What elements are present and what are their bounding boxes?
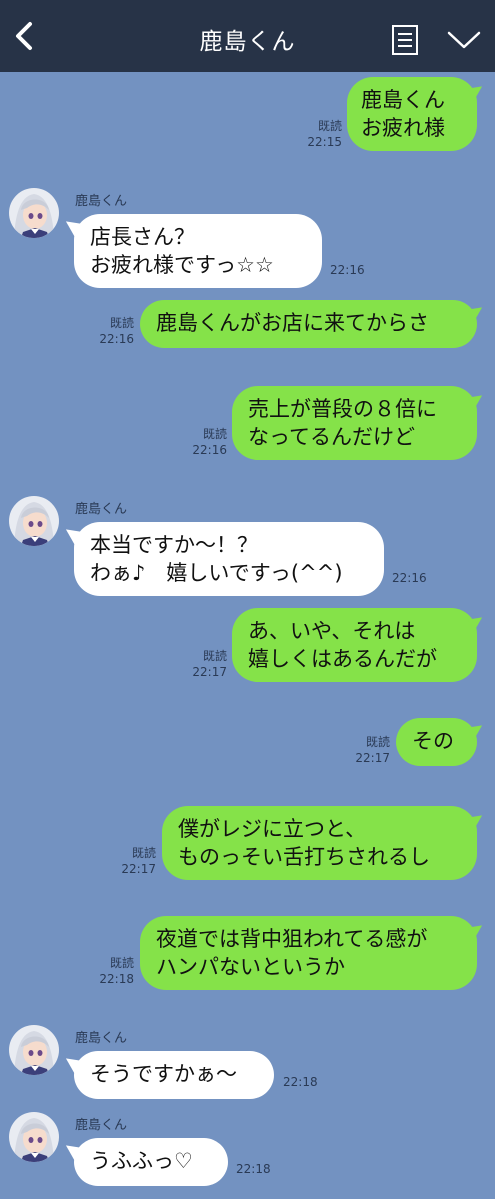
message-time: 22:18 bbox=[283, 1075, 318, 1089]
message-bubble-outgoing[interactable]: 鹿島くん お疲れ様 bbox=[347, 77, 477, 151]
sender-name: 鹿島くん bbox=[75, 502, 128, 517]
message-bubble-incoming[interactable]: 店長さん？ お疲れ様ですっ☆☆ bbox=[74, 214, 322, 288]
message-bubble-outgoing[interactable]: 夜道では背中狙われてる感が ハンパないというか bbox=[140, 916, 477, 990]
read-status: 既読 22:16 bbox=[99, 316, 134, 346]
sender-name: 鹿島くん bbox=[75, 1031, 128, 1046]
message-time: 22:16 bbox=[392, 571, 427, 585]
read-status: 既読 22:15 bbox=[307, 119, 342, 149]
avatar-icon bbox=[9, 1025, 59, 1075]
avatar[interactable] bbox=[9, 1112, 59, 1162]
message-bubble-outgoing[interactable]: あ、いや、それは 嬉しくはあるんだが bbox=[232, 608, 477, 682]
avatar[interactable] bbox=[9, 188, 59, 238]
chevron-down-icon[interactable] bbox=[446, 28, 482, 52]
message-time: 22:18 bbox=[236, 1162, 271, 1176]
message-time: 22:16 bbox=[330, 263, 365, 277]
read-status: 既読 22:17 bbox=[192, 649, 227, 679]
message-bubble-outgoing[interactable]: 鹿島くんがお店に来てからさ bbox=[140, 300, 477, 348]
menu-icon[interactable] bbox=[390, 24, 420, 56]
avatar-icon bbox=[9, 496, 59, 546]
message-bubble-outgoing[interactable]: その bbox=[396, 718, 477, 766]
message-bubble-incoming[interactable]: うふふっ♡ bbox=[74, 1138, 228, 1186]
chat-title: 鹿島くん bbox=[199, 29, 296, 55]
sender-name: 鹿島くん bbox=[75, 1118, 128, 1133]
avatar-icon bbox=[9, 1112, 59, 1162]
avatar[interactable] bbox=[9, 496, 59, 546]
message-bubble-incoming[interactable]: そうですかぁ〜 bbox=[74, 1051, 274, 1099]
read-status: 既読 22:16 bbox=[192, 427, 227, 457]
message-bubble-outgoing[interactable]: 僕がレジに立つと、 ものっそい舌打ちされるし bbox=[162, 806, 477, 880]
sender-name: 鹿島くん bbox=[75, 194, 128, 209]
message-bubble-incoming[interactable]: 本当ですか〜！？ わぁ♪ 嬉しいですっ(^^) bbox=[74, 522, 384, 596]
avatar-icon bbox=[9, 188, 59, 238]
message-bubble-outgoing[interactable]: 売上が普段の８倍に なってるんだけど bbox=[232, 386, 477, 460]
chat-header: 鹿島くん bbox=[0, 0, 495, 72]
read-status: 既読 22:17 bbox=[355, 735, 390, 765]
avatar[interactable] bbox=[9, 1025, 59, 1075]
read-status: 既読 22:18 bbox=[99, 956, 134, 986]
read-status: 既読 22:17 bbox=[121, 846, 156, 876]
